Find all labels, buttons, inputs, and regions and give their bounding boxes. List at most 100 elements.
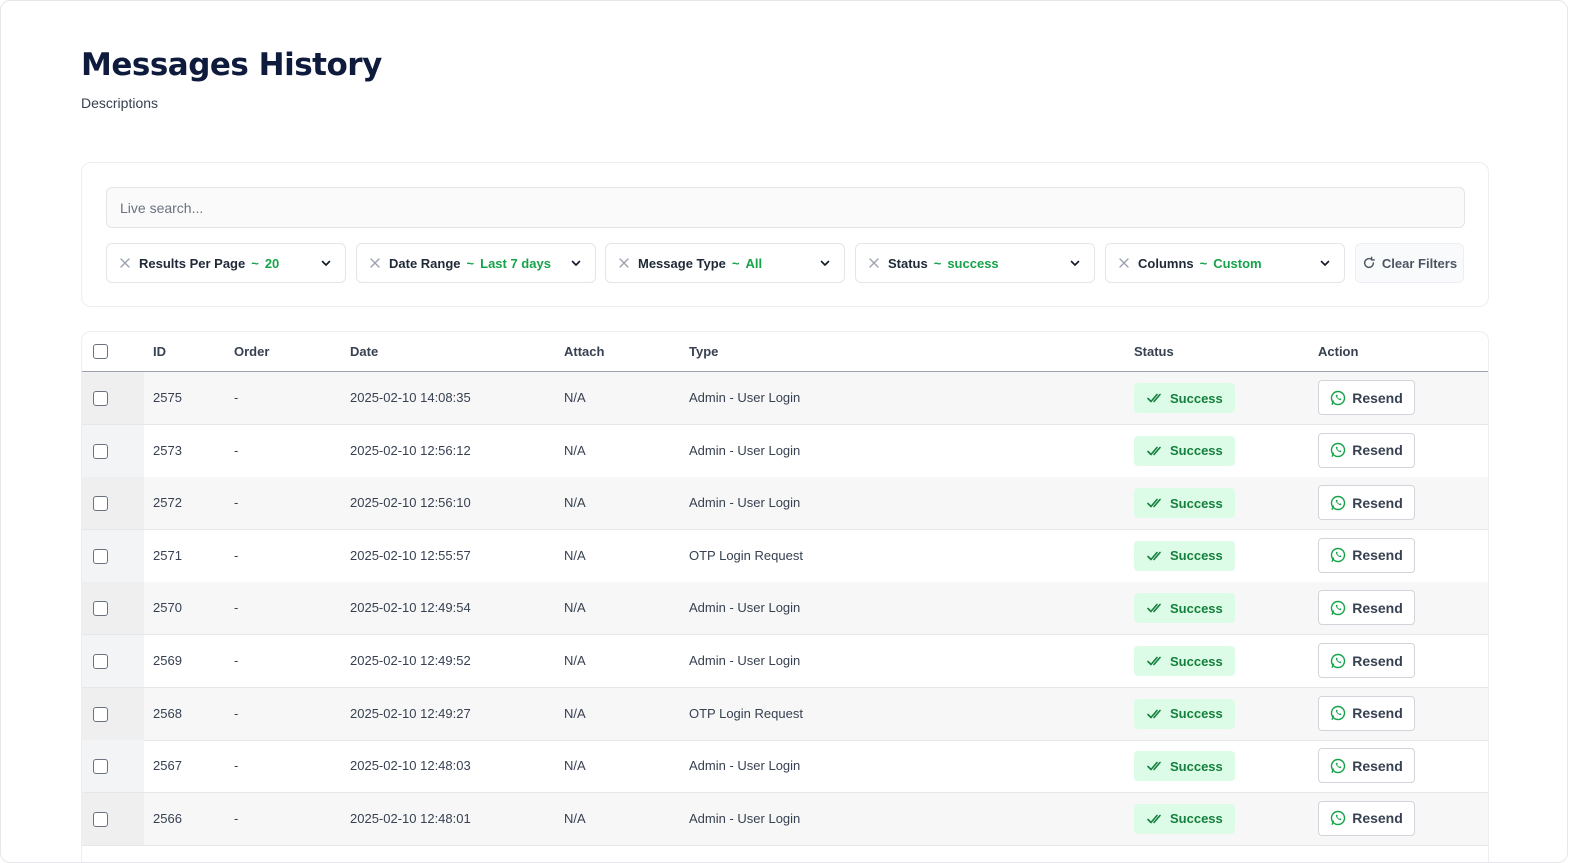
resend-button[interactable]: Resend (1318, 643, 1415, 678)
cell-attach: N/A (564, 653, 586, 668)
resend-button[interactable]: Resend (1318, 380, 1415, 415)
filter-label: Columns (1138, 255, 1194, 271)
status-label: Success (1170, 706, 1223, 722)
column-header-order: Order (234, 344, 270, 359)
status-label: Success (1170, 600, 1223, 616)
close-icon[interactable] (1119, 258, 1129, 268)
row-checkbox[interactable] (93, 548, 108, 564)
filter-columns[interactable]: Columns ~ Custom (1105, 243, 1345, 283)
column-header-id: ID (153, 344, 166, 359)
column-header-action: Action (1318, 344, 1359, 359)
cell-order: - (234, 547, 239, 563)
cell-id: 2575 (153, 390, 182, 405)
cell-attach: N/A (564, 495, 586, 511)
status-badge: Success (1134, 435, 1235, 466)
cell-id: 2573 (153, 442, 182, 458)
cell-date: 2025-02-10 12:56:10 (350, 495, 471, 511)
status-label: Success (1170, 758, 1223, 774)
cell-date: 2025-02-10 12:49:54 (350, 600, 471, 616)
filter-value: All (745, 255, 763, 271)
close-icon[interactable] (869, 258, 879, 268)
row-checkbox[interactable] (93, 601, 108, 617)
cell-type: Admin - User Login (689, 758, 801, 774)
cell-type: Admin - User Login (689, 600, 801, 616)
cell-order: - (234, 495, 239, 511)
row-checkbox[interactable] (93, 759, 108, 775)
status-badge: Success (1134, 540, 1235, 571)
column-header-attach: Attach (564, 344, 605, 359)
resend-button[interactable]: Resend (1318, 432, 1415, 468)
whatsapp-icon (1330, 495, 1346, 511)
table-row: 2572 - 2025-02-10 12:56:10 N/A Admin - User … (82, 477, 1488, 531)
resend-label: Resend (1352, 652, 1403, 669)
close-icon[interactable] (120, 258, 130, 268)
row-select-cell (82, 372, 144, 424)
cell-id: 2571 (153, 547, 182, 563)
chevron-down-icon (1069, 257, 1081, 269)
row-checkbox[interactable] (93, 811, 108, 827)
cell-order: - (234, 600, 239, 616)
chevron-down-icon (570, 257, 582, 269)
row-checkbox[interactable] (93, 443, 108, 459)
chevron-down-icon (320, 257, 332, 269)
resend-button[interactable]: Resend (1318, 537, 1415, 573)
cell-date: 2025-02-10 12:48:01 (350, 810, 471, 826)
whatsapp-icon (1330, 705, 1346, 721)
double-check-icon (1147, 550, 1163, 562)
row-select-cell (82, 424, 144, 477)
cell-id: 2570 (153, 600, 182, 616)
page-description: Descriptions (81, 95, 159, 111)
cell-type: OTP Login Request (689, 705, 803, 721)
status-label: Success (1170, 495, 1223, 511)
row-checkbox[interactable] (93, 391, 108, 406)
filter-results-per-page[interactable]: Results Per Page ~20 (106, 243, 346, 283)
resend-button[interactable]: Resend (1318, 590, 1415, 626)
cell-attach: N/A (564, 758, 586, 774)
cell-order: - (234, 653, 239, 668)
close-icon[interactable] (619, 258, 629, 268)
cell-date: 2025-02-10 12:56:12 (350, 442, 471, 458)
cell-date: 2025-02-10 12:49:27 (350, 705, 471, 721)
filter-separator: ~ (1199, 255, 1208, 271)
search-input[interactable] (106, 187, 1465, 228)
cell-attach: N/A (564, 442, 586, 458)
double-check-icon (1147, 445, 1163, 457)
row-select-cell (82, 582, 144, 635)
cell-order: - (234, 390, 239, 405)
clear-filters-button[interactable]: Clear Filters (1355, 243, 1464, 283)
chevron-down-icon (819, 257, 831, 269)
whatsapp-icon (1330, 600, 1346, 616)
double-check-icon (1147, 602, 1163, 614)
cell-order: - (234, 705, 239, 721)
row-select-cell (82, 635, 144, 687)
row-checkbox[interactable] (93, 496, 108, 512)
resend-button[interactable]: Resend (1318, 748, 1415, 784)
cell-id: 2569 (153, 653, 182, 668)
filter-message-type[interactable]: Message Type ~ All (605, 243, 845, 283)
filter-value: Last 7 days (480, 255, 551, 271)
app-frame: Messages History Descriptions Results Pe… (0, 0, 1568, 863)
whatsapp-icon (1330, 810, 1346, 826)
cell-id: 2568 (153, 705, 182, 721)
filter-label: Message Type (638, 255, 726, 271)
row-checkbox[interactable] (93, 654, 108, 669)
double-check-icon (1147, 497, 1163, 509)
filter-status[interactable]: Status ~ success (855, 243, 1095, 283)
select-all-checkbox[interactable] (93, 344, 108, 359)
double-check-icon (1147, 392, 1163, 404)
cell-type: Admin - User Login (689, 390, 801, 405)
cell-type: Admin - User Login (689, 810, 801, 826)
whatsapp-icon (1330, 547, 1346, 563)
row-checkbox[interactable] (93, 706, 108, 722)
close-icon[interactable] (370, 258, 380, 268)
cell-date: 2025-02-10 12:48:03 (350, 758, 471, 774)
filter-value: success (947, 255, 999, 271)
resend-button[interactable]: Resend (1318, 800, 1415, 836)
row-select-cell (82, 477, 144, 530)
resend-button[interactable]: Resend (1318, 695, 1415, 731)
resend-button[interactable]: Resend (1318, 485, 1415, 521)
resend-label: Resend (1352, 705, 1403, 722)
cell-order: - (234, 442, 239, 458)
status-label: Success (1170, 653, 1223, 669)
filter-date-range[interactable]: Date Range ~ Last 7 days (356, 243, 596, 283)
